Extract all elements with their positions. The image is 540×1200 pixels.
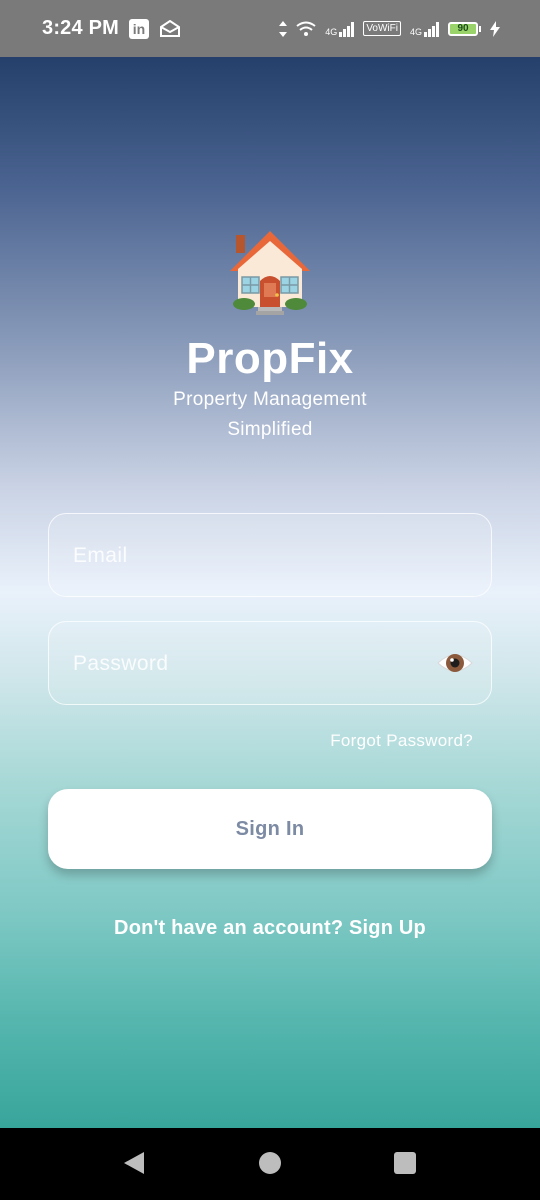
network-type-2: 4G [409,26,422,37]
app-subtitle: Property Management Simplified [173,389,367,440]
sign-up-link[interactable]: Don't have an account? Sign Up [0,917,540,940]
home-icon[interactable] [259,1152,281,1174]
app-title: PropFix [186,334,354,383]
vowifi-badge: VoWiFi [363,21,401,36]
battery-indicator: 90 [448,21,481,36]
mail-open-icon [160,19,180,37]
back-icon[interactable] [122,1151,146,1175]
email-field-container[interactable] [48,513,492,598]
battery-level: 90 [448,21,478,36]
wifi-icon [296,21,316,36]
house-icon [230,231,310,315]
navigation-bar [0,1128,540,1200]
signal-icon-2 [424,21,439,37]
charging-icon [490,20,500,37]
password-input[interactable] [71,622,435,706]
password-field-container[interactable] [48,621,492,706]
email-input[interactable] [71,514,435,598]
network-type-1: 4G [325,26,338,37]
status-right: 4G VoWiFi 4G 90 [279,20,500,37]
sign-in-button[interactable]: Sign In [48,789,492,869]
forgot-password-link[interactable]: Forgot Password? [330,731,473,751]
linkedin-icon: in [129,18,149,39]
eye-icon[interactable] [437,648,473,678]
battery-tip [479,25,481,32]
status-bar: 3:24 PM in 4G VoWiFi 4G 90 [0,0,540,57]
signal-icon [339,21,355,37]
status-time: 3:24 PM [42,17,119,39]
data-arrows-icon [279,20,288,37]
status-left: 3:24 PM in [42,17,181,40]
recent-apps-icon[interactable] [394,1152,416,1174]
network-4g-label-2: 4G [410,21,439,37]
login-screen: PropFix Property Management Simplified F… [0,57,540,1128]
network-4g-label: 4G [325,21,355,37]
